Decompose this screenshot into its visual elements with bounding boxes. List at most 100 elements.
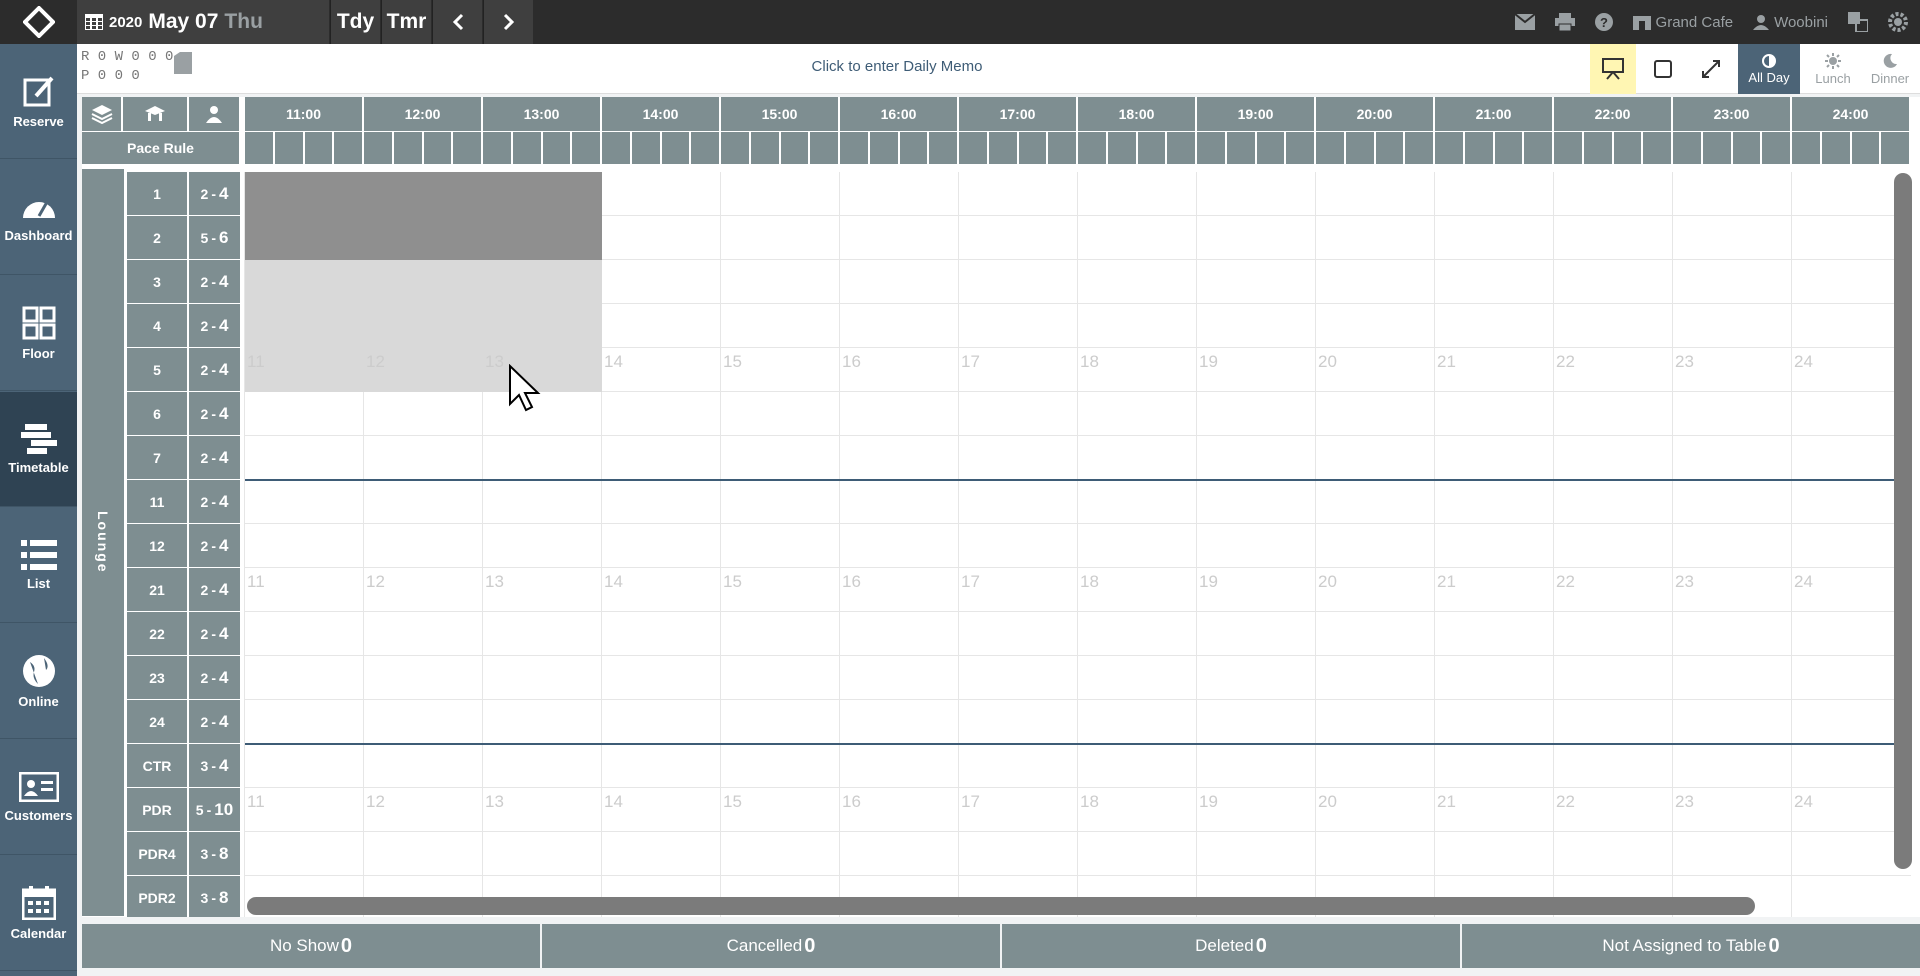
pace-rule-slot[interactable] xyxy=(929,132,958,164)
sidebar-item-calendar[interactable]: Calendar xyxy=(0,856,77,971)
pace-rule-slot[interactable] xyxy=(631,132,661,164)
table-name[interactable]: 4 xyxy=(127,304,188,348)
pace-rule-slot[interactable] xyxy=(750,132,780,164)
pace-rule-slot[interactable] xyxy=(661,132,691,164)
prev-day-button[interactable] xyxy=(432,0,482,44)
pace-rule-slot[interactable] xyxy=(393,132,423,164)
pace-rule-slot[interactable] xyxy=(1316,132,1345,164)
user-menu[interactable]: Woobini xyxy=(1753,14,1828,31)
table-name[interactable]: 24 xyxy=(127,700,188,744)
pace-rule-slot[interactable] xyxy=(691,132,720,164)
pace-rule-slot[interactable] xyxy=(899,132,929,164)
pace-rule-slot[interactable] xyxy=(1167,132,1196,164)
pace-rule-slot[interactable] xyxy=(1405,132,1434,164)
next-day-button[interactable] xyxy=(483,0,533,44)
pace-rule-slot[interactable] xyxy=(1286,132,1315,164)
pace-rule-slot[interactable] xyxy=(483,132,512,164)
pace-rule-slot[interactable] xyxy=(1226,132,1256,164)
language-icon[interactable] xyxy=(1848,12,1868,32)
pace-rule-slot[interactable] xyxy=(1583,132,1613,164)
pace-rule-slot[interactable] xyxy=(245,132,274,164)
pace-rule-slot[interactable] xyxy=(780,132,810,164)
pace-rule-slot[interactable] xyxy=(542,132,572,164)
restaurant-selector[interactable]: Grand Cafe xyxy=(1632,14,1733,31)
pace-rule-slot[interactable] xyxy=(274,132,304,164)
pace-rule-slot[interactable] xyxy=(721,132,750,164)
pace-rule-slot[interactable] xyxy=(512,132,542,164)
pace-rule-slot[interactable] xyxy=(364,132,393,164)
pace-rule-slot[interactable] xyxy=(1673,132,1702,164)
not-assigned-summary[interactable]: Not Assigned to Table 0 xyxy=(1462,924,1920,968)
table-name[interactable]: 21 xyxy=(127,568,188,612)
pace-rule-slot[interactable] xyxy=(572,132,601,164)
mail-icon[interactable] xyxy=(1514,14,1535,30)
pace-rule-slot[interactable] xyxy=(453,132,482,164)
fullscreen-button[interactable] xyxy=(1688,44,1734,94)
party-size-icon[interactable] xyxy=(189,97,240,131)
table-name[interactable]: 1 xyxy=(127,172,188,216)
pace-rule-slot[interactable] xyxy=(423,132,453,164)
pace-rule-slot[interactable] xyxy=(1613,132,1643,164)
table-name[interactable]: CTR xyxy=(127,744,188,788)
sidebar-item-customers[interactable]: Customers xyxy=(0,740,77,855)
daily-memo[interactable]: Click to enter Daily Memo xyxy=(77,58,1717,75)
sidebar-item-timetable[interactable]: Timetable xyxy=(0,392,77,507)
table-name[interactable]: 22 xyxy=(127,612,188,656)
table-name[interactable]: PDR4 xyxy=(127,832,188,876)
table-name[interactable]: 12 xyxy=(127,524,188,568)
pace-rule-slot[interactable] xyxy=(1435,132,1464,164)
pace-rule-slot[interactable] xyxy=(1345,132,1375,164)
pace-rule-slot[interactable] xyxy=(1524,132,1553,164)
pace-rule-slot[interactable] xyxy=(1137,132,1167,164)
sidebar-item-reserve[interactable]: Reserve xyxy=(0,44,77,159)
lunch-button[interactable]: Lunch xyxy=(1802,44,1864,94)
table-name[interactable]: 7 xyxy=(127,436,188,480)
no-show-summary[interactable]: No Show 0 xyxy=(82,924,540,968)
pace-rule-slot[interactable] xyxy=(1762,132,1791,164)
pace-rule-slot[interactable] xyxy=(1554,132,1583,164)
deleted-summary[interactable]: Deleted 0 xyxy=(1002,924,1460,968)
pace-rule-slot[interactable] xyxy=(1851,132,1881,164)
cancelled-summary[interactable]: Cancelled 0 xyxy=(542,924,1000,968)
layers-icon[interactable] xyxy=(82,97,122,131)
pace-rule-slot[interactable] xyxy=(810,132,839,164)
table-name[interactable]: 23 xyxy=(127,656,188,700)
pace-rule-slot[interactable] xyxy=(1256,132,1286,164)
pace-rule-slot[interactable] xyxy=(1702,132,1732,164)
blocked-time-area[interactable] xyxy=(245,172,602,260)
help-icon[interactable]: ? xyxy=(1594,13,1613,31)
pace-rule-slot[interactable] xyxy=(1821,132,1851,164)
table-name[interactable]: PDR2 xyxy=(127,876,188,917)
pace-rule-slot[interactable] xyxy=(334,132,363,164)
pace-rule-slot[interactable] xyxy=(1078,132,1107,164)
sidebar-item-online[interactable]: Online xyxy=(0,624,77,739)
pace-rule-slot[interactable] xyxy=(1881,132,1910,164)
tomorrow-button[interactable]: Tmr xyxy=(381,0,431,44)
sidebar-item-floor[interactable]: Floor xyxy=(0,276,77,391)
pace-rule-slot[interactable] xyxy=(1375,132,1405,164)
today-button[interactable]: Tdy xyxy=(330,0,380,44)
section-lounge[interactable]: Lounge xyxy=(82,169,126,917)
table-name[interactable]: 6 xyxy=(127,392,188,436)
pace-rule-slot[interactable] xyxy=(1643,132,1672,164)
pace-rule-slot[interactable] xyxy=(1494,132,1524,164)
table-name[interactable]: 11 xyxy=(127,480,188,524)
pace-rule-slot[interactable] xyxy=(959,132,988,164)
pace-rule-slot[interactable] xyxy=(1732,132,1762,164)
pace-rule-slot[interactable] xyxy=(840,132,869,164)
table-name[interactable]: 3 xyxy=(127,260,188,304)
sidebar-item-dashboard[interactable]: Dashboard xyxy=(0,160,77,275)
table-name[interactable]: 2 xyxy=(127,216,188,260)
blocked-time-area[interactable] xyxy=(245,260,602,392)
table-name[interactable]: PDR xyxy=(127,788,188,832)
pace-rule-slot[interactable] xyxy=(869,132,899,164)
horizontal-scrollbar[interactable] xyxy=(247,897,1755,915)
vertical-scrollbar[interactable] xyxy=(1894,173,1912,869)
pace-rule-slot[interactable] xyxy=(1197,132,1226,164)
print-icon[interactable] xyxy=(1554,13,1575,31)
pace-rule-slot[interactable] xyxy=(988,132,1018,164)
pace-rule-slot[interactable] xyxy=(602,132,631,164)
pace-rule-slot[interactable] xyxy=(1048,132,1077,164)
pace-rule-slot[interactable] xyxy=(1792,132,1821,164)
table-name[interactable]: 5 xyxy=(127,348,188,392)
